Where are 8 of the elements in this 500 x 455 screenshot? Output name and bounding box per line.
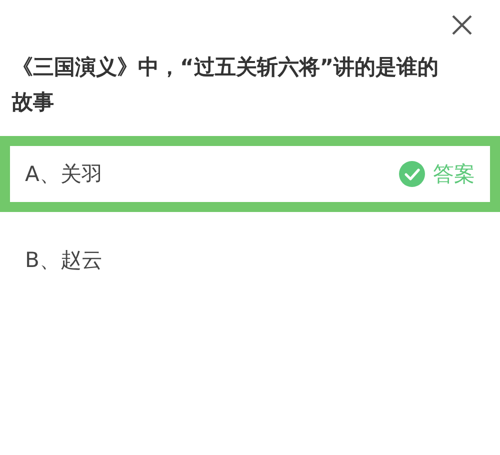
answer-option[interactable]: B、赵云: [0, 222, 500, 298]
answer-tag: 答案: [433, 160, 475, 188]
answer-option[interactable]: A、关羽 答案: [0, 136, 500, 212]
question-text: 《三国演义》中，“过五关斩六将”讲的是谁的故事: [10, 54, 440, 116]
option-label: A、关羽: [25, 161, 104, 188]
option-label: B、赵云: [25, 247, 104, 274]
close-icon[interactable]: [451, 14, 473, 36]
check-circle-icon: [399, 161, 425, 187]
